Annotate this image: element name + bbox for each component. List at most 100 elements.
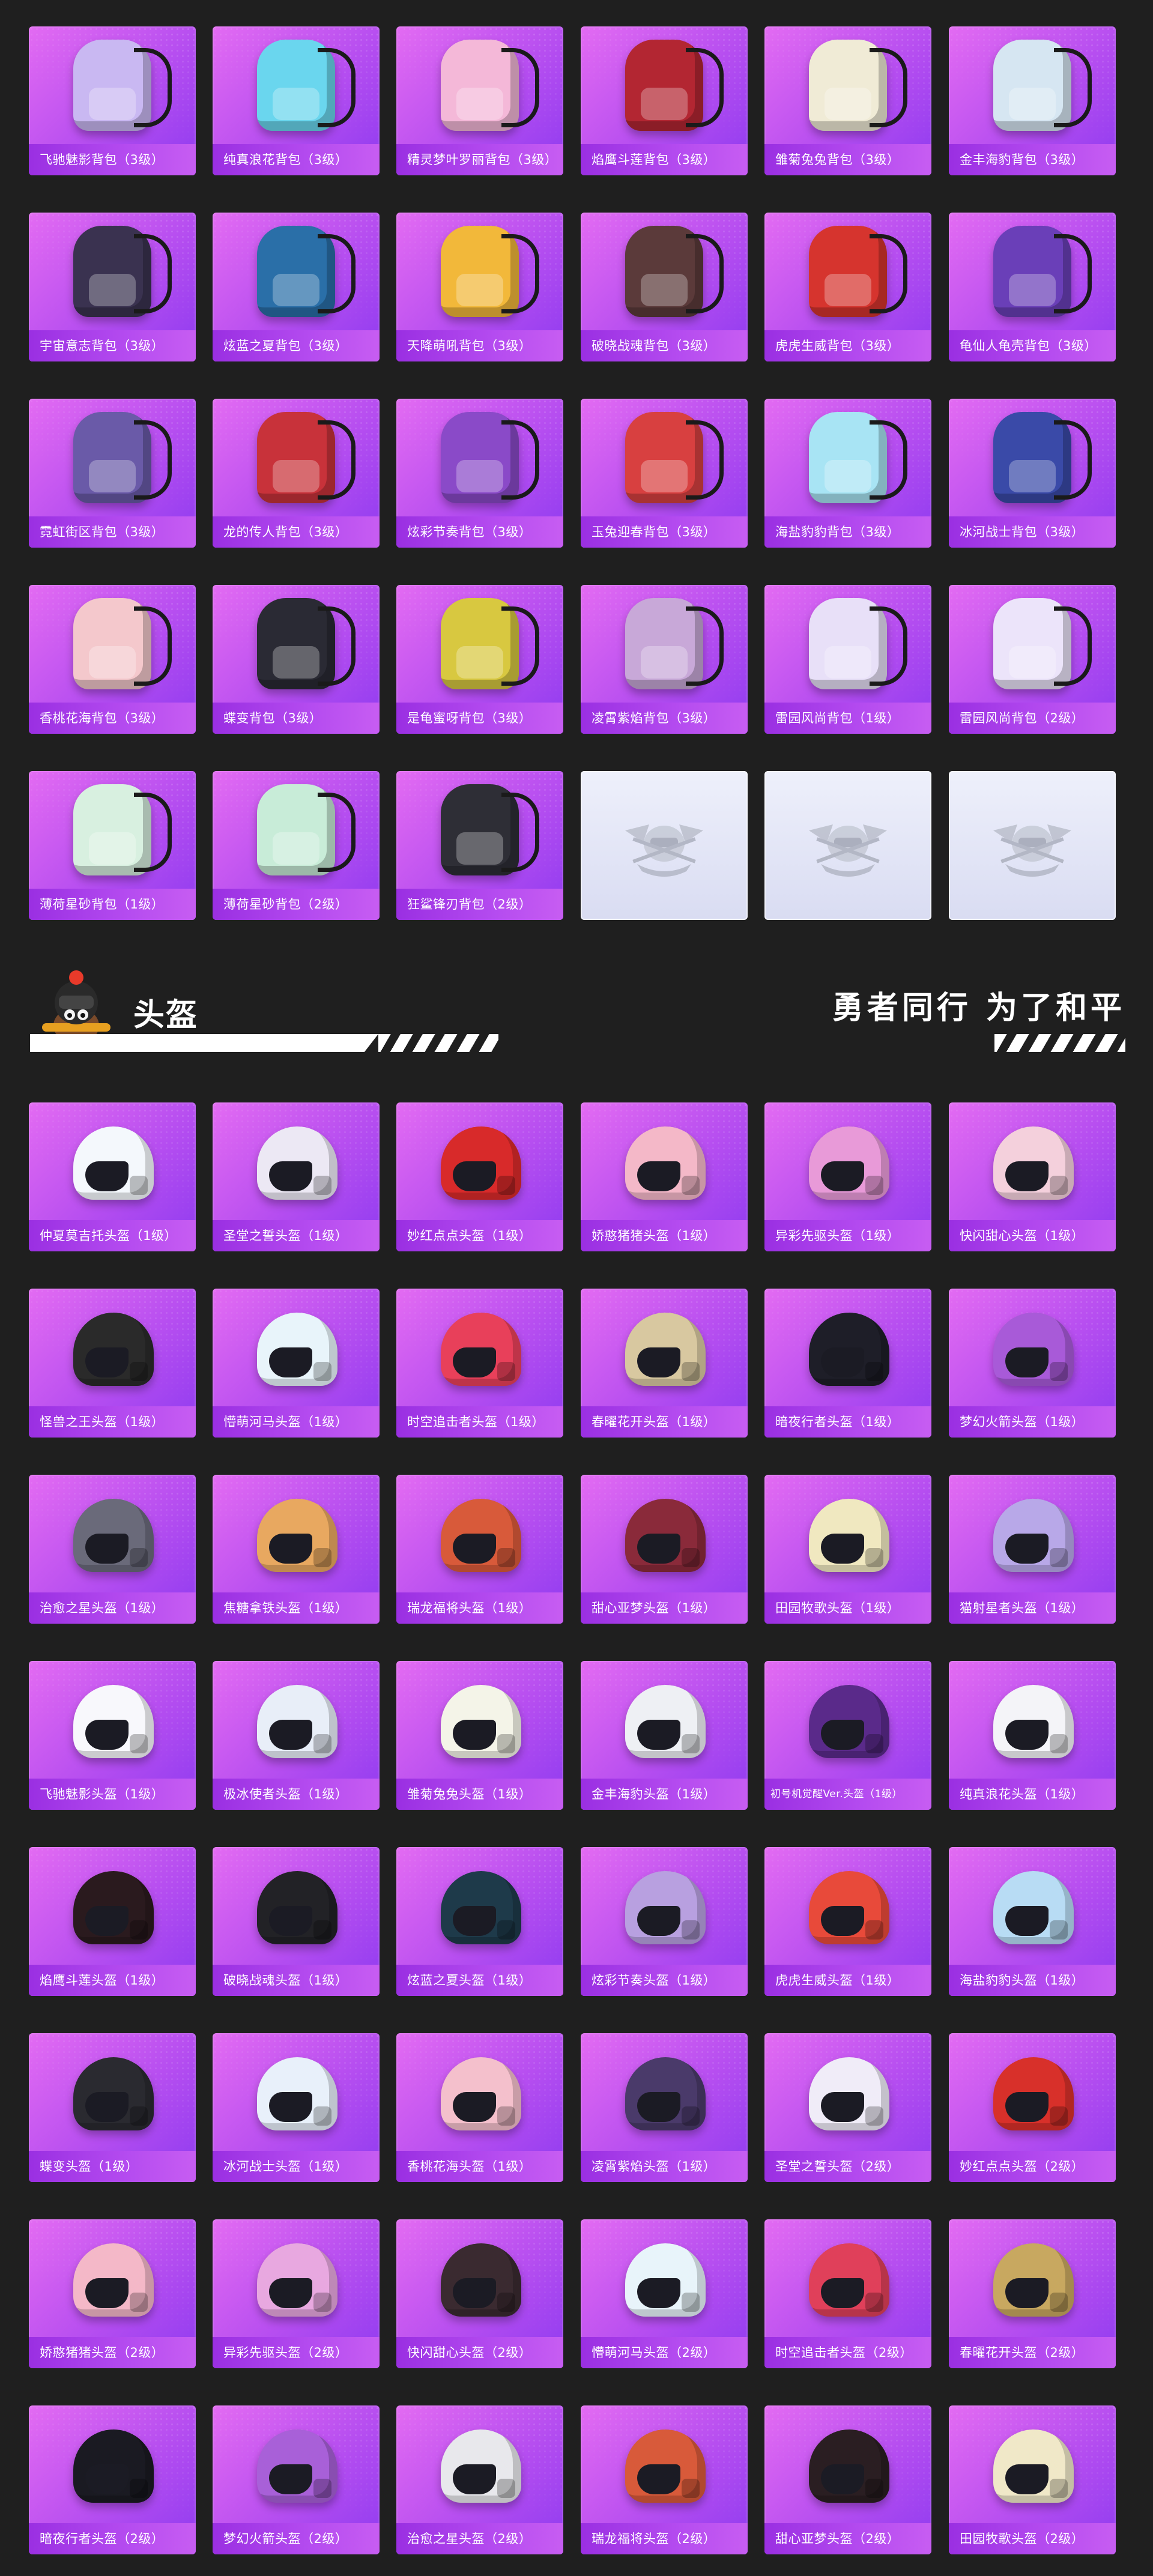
backpack-card[interactable]: 焰鹰斗莲背包（3级） — [581, 26, 748, 175]
backpack-card[interactable]: 薄荷星砂背包（2级） — [213, 771, 380, 920]
helmet-card[interactable]: 暗夜行者头盔（2级） — [29, 2405, 196, 2554]
helmet-card[interactable]: 焰鹰斗莲头盔（1级） — [29, 1847, 196, 1996]
helmet-card[interactable]: 圣堂之誓头盔（1级） — [213, 1102, 380, 1251]
helmet-card[interactable]: 极冰使者头盔（1级） — [213, 1661, 380, 1810]
helmet-card[interactable]: 纯真浪花头盔（1级） — [949, 1661, 1116, 1810]
helmet-card[interactable]: 妙红点点头盔（2级） — [949, 2033, 1116, 2182]
helmet-card[interactable]: 田园牧歌头盔（2级） — [949, 2405, 1116, 2554]
backpack-card[interactable]: 天降萌吼背包（3级） — [396, 213, 563, 361]
helmet-card[interactable]: 妙红点点头盔（1级） — [396, 1102, 563, 1251]
helmet-card[interactable]: 甜心亚梦头盔（2级） — [764, 2405, 931, 2554]
helmet-card[interactable]: 春曜花开头盔（2级） — [949, 2219, 1116, 2368]
helmet-card[interactable]: 猫射星者头盔（1级） — [949, 1475, 1116, 1624]
helmet-card[interactable]: 快闪甜心头盔（1级） — [949, 1102, 1116, 1251]
helmet-icon — [257, 1126, 337, 1200]
helmet-card[interactable]: 香桃花海头盔（1级） — [396, 2033, 563, 2182]
helmet-card[interactable]: 炫彩节奏头盔（1级） — [581, 1847, 748, 1996]
helmet-card[interactable]: 暗夜行者头盔（1级） — [764, 1289, 931, 1438]
helmet-card[interactable]: 异彩先驱头盔（2级） — [213, 2219, 380, 2368]
helmet-card[interactable]: 飞驰魅影头盔（1级） — [29, 1661, 196, 1810]
backpack-card[interactable]: 香桃花海背包（3级） — [29, 585, 196, 734]
helmet-card[interactable]: 懵萌河马头盔（1级） — [213, 1289, 380, 1438]
helmet-card[interactable]: 时空追击者头盔（2级） — [764, 2219, 931, 2368]
helmet-card[interactable]: 蝶变头盔（1级） — [29, 2033, 196, 2182]
backpack-icon — [73, 412, 172, 503]
helmet-card[interactable]: 娇憨猪猪头盔（2级） — [29, 2219, 196, 2368]
helmet-card[interactable]: 异彩先驱头盔（1级） — [764, 1102, 931, 1251]
item-name-label: 香桃花海头盔（1级） — [396, 2151, 563, 2182]
helmet-card[interactable]: 瑞龙福将头盔（1级） — [396, 1475, 563, 1624]
helmet-card[interactable]: 圣堂之誓头盔（2级） — [764, 2033, 931, 2182]
helmet-image — [396, 2033, 563, 2151]
backpack-card[interactable]: 炫蓝之夏背包（3级） — [213, 213, 380, 361]
helmet-icon — [441, 2057, 521, 2130]
helmet-card[interactable]: 仲夏莫吉托头盔（1级） — [29, 1102, 196, 1251]
backpack-card[interactable]: 金丰海豹背包（3级） — [949, 26, 1116, 175]
backpack-card[interactable]: 冰河战士背包（3级） — [949, 399, 1116, 548]
helmet-card[interactable]: 时空追击者头盔（1级） — [396, 1289, 563, 1438]
helmet-icon — [993, 1871, 1074, 1944]
backpack-icon — [73, 226, 172, 317]
helmet-card[interactable]: 海盐豹豹头盔（1级） — [949, 1847, 1116, 1996]
helmet-card[interactable]: 甜心亚梦头盔（1级） — [581, 1475, 748, 1624]
backpack-card[interactable]: 玉兔迎春背包（3级） — [581, 399, 748, 548]
backpack-card[interactable]: 宇宙意志背包（3级） — [29, 213, 196, 361]
helmet-card[interactable]: 梦幻火箭头盔（1级） — [949, 1289, 1116, 1438]
helmet-card[interactable]: 怪兽之王头盔（1级） — [29, 1289, 196, 1438]
backpack-image — [764, 26, 931, 144]
backpack-card[interactable]: 海盐豹豹背包（3级） — [764, 399, 931, 548]
helmet-card[interactable]: 娇憨猪猪头盔（1级） — [581, 1102, 748, 1251]
backpack-card[interactable]: 虎虎生威背包（3级） — [764, 213, 931, 361]
item-name-label: 快闪甜心头盔（1级） — [949, 1220, 1116, 1251]
helmet-card[interactable]: 虎虎生威头盔（1级） — [764, 1847, 931, 1996]
backpack-card[interactable]: 精灵梦叶罗丽背包（3级） — [396, 26, 563, 175]
helmet-card[interactable]: 快闪甜心头盔（2级） — [396, 2219, 563, 2368]
backpack-card[interactable]: 龟仙人龟壳背包（3级） — [949, 213, 1116, 361]
backpack-card[interactable]: 凌霄紫焰背包（3级） — [581, 585, 748, 734]
backpack-card[interactable]: 飞驰魅影背包（3级） — [29, 26, 196, 175]
helmet-card[interactable]: 懵萌河马头盔（2级） — [581, 2219, 748, 2368]
item-name-label: 瑞龙福将头盔（1级） — [396, 1592, 563, 1624]
backpack-card[interactable]: 雷园风尚背包（2级） — [949, 585, 1116, 734]
helmet-icon — [625, 2057, 706, 2130]
helmet-card[interactable]: 破晓战魂头盔（1级） — [213, 1847, 380, 1996]
helmet-card[interactable]: 瑞龙福将头盔（2级） — [581, 2405, 748, 2554]
item-name-label: 懵萌河马头盔（2级） — [581, 2337, 748, 2368]
backpack-card[interactable]: 狂鲨锋刃背包（2级） — [396, 771, 563, 920]
backpack-card[interactable]: 龙的传人背包（3级） — [213, 399, 380, 548]
helmet-image — [581, 2405, 748, 2523]
helmet-card[interactable]: 炫蓝之夏头盔（1级） — [396, 1847, 563, 1996]
backpack-card[interactable]: 霓虹街区背包（3级） — [29, 399, 196, 548]
backpack-card[interactable]: 薄荷星砂背包（1级） — [29, 771, 196, 920]
item-name-label: 薄荷星砂背包（1级） — [29, 889, 196, 920]
backpack-card[interactable]: 雷园风尚背包（1级） — [764, 585, 931, 734]
helmet-card[interactable]: 治愈之星头盔（1级） — [29, 1475, 196, 1624]
item-name-label: 天降萌吼背包（3级） — [396, 330, 563, 361]
item-name-label: 圣堂之誓头盔（2级） — [764, 2151, 931, 2182]
backpack-image — [949, 585, 1116, 703]
backpack-image — [213, 771, 380, 889]
helmet-card[interactable]: 金丰海豹头盔（1级） — [581, 1661, 748, 1810]
helmet-card[interactable]: 田园牧歌头盔（1级） — [764, 1475, 931, 1624]
helmet-card[interactable]: 治愈之星头盔（2级） — [396, 2405, 563, 2554]
helmet-card[interactable]: 焦糖拿铁头盔（1级） — [213, 1475, 380, 1624]
item-name-label: 焦糖拿铁头盔（1级） — [213, 1592, 380, 1624]
helmet-card[interactable]: 梦幻火箭头盔（2级） — [213, 2405, 380, 2554]
backpack-card[interactable]: 雏菊兔兔背包（3级） — [764, 26, 931, 175]
backpack-card[interactable]: 破晓战魂背包（3级） — [581, 213, 748, 361]
helmet-icon — [993, 1313, 1074, 1386]
backpack-card[interactable]: 是龟蜜呀背包（3级） — [396, 585, 563, 734]
helmet-icon — [441, 1126, 521, 1200]
backpack-card[interactable]: 纯真浪花背包（3级） — [213, 26, 380, 175]
helmet-card[interactable]: 初号机觉醒Ver.头盔（1级） — [764, 1661, 931, 1810]
helmet-card[interactable]: 春曜花开头盔（1级） — [581, 1289, 748, 1438]
backpack-card[interactable]: 炫彩节奏背包（3级） — [396, 399, 563, 548]
helmet-card[interactable]: 凌霄紫焰头盔（1级） — [581, 2033, 748, 2182]
helmet-card[interactable]: 冰河战士头盔（1级） — [213, 2033, 380, 2182]
backpack-image — [949, 399, 1116, 516]
item-name-label: 田园牧歌头盔（2级） — [949, 2523, 1116, 2554]
helmet-icon — [993, 2057, 1074, 2130]
helmet-icon — [993, 1685, 1074, 1758]
helmet-card[interactable]: 雏菊兔兔头盔（1级） — [396, 1661, 563, 1810]
backpack-card[interactable]: 蝶变背包（3级） — [213, 585, 380, 734]
